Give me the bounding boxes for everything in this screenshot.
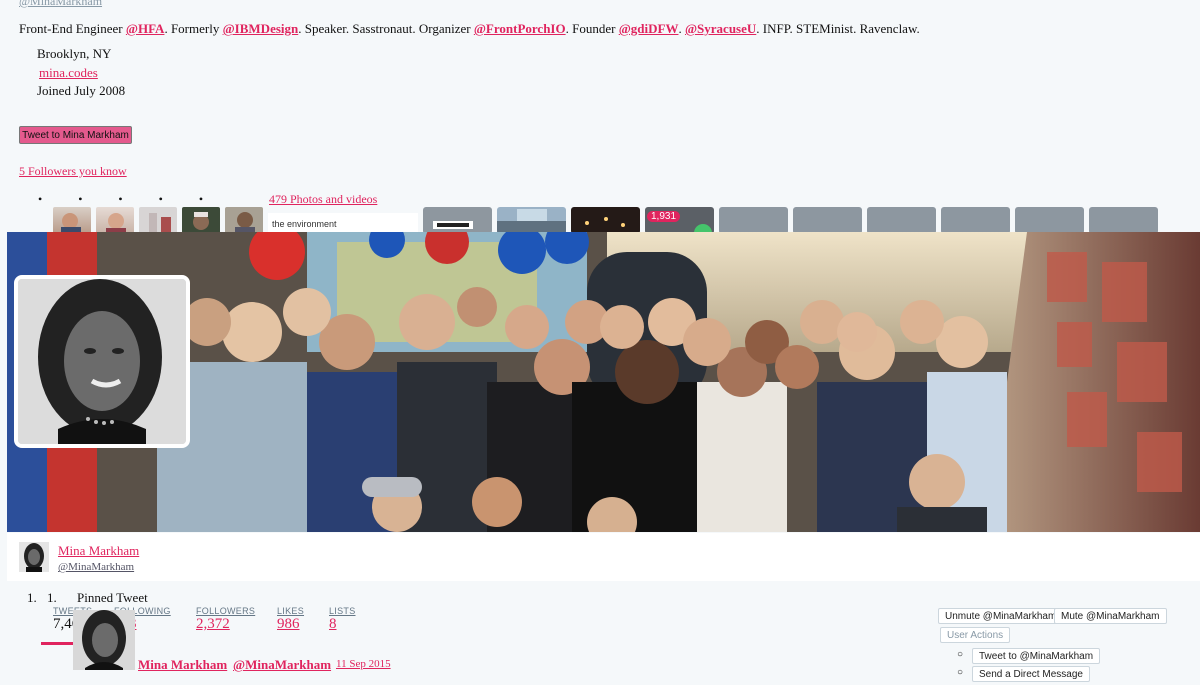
bio-text: . INFP. STEMinist. Ravenclaw. [756, 21, 920, 36]
profile-card [7, 533, 1200, 581]
profile-location: Brooklyn, NY [37, 46, 112, 61]
bio-mention-syracuseu[interactable]: @SyracuseU [685, 21, 756, 36]
profile-bio: Front-End Engineer @HFA. Formerly @IBMDe… [19, 21, 920, 37]
unmute-button[interactable]: Unmute @MinaMarkham [938, 608, 1064, 624]
tweet-author-handle[interactable]: @MinaMarkham [233, 657, 331, 673]
bio-mention-frontporchio[interactable]: @FrontPorchIO [474, 21, 566, 36]
stat-label: LISTS [329, 606, 356, 616]
tweet-author-avatar[interactable] [73, 610, 135, 670]
mute-button[interactable]: Mute @MinaMarkham [1054, 608, 1167, 624]
tweet-date-link[interactable]: 11 Sep 2015 [336, 658, 391, 670]
media-thumb[interactable] [941, 207, 1010, 234]
follower-avatar-thumb[interactable] [225, 207, 263, 234]
follower-avatar-thumb[interactable] [182, 207, 220, 234]
stat-value: 8 [329, 616, 337, 632]
follower-avatar-thumb[interactable] [53, 207, 91, 234]
pinned-tweet-label: Pinned Tweet [77, 590, 148, 605]
media-thumb[interactable] [793, 207, 862, 234]
media-thumb[interactable] [1089, 207, 1158, 234]
bio-mention-hfa[interactable]: @HFA [126, 21, 165, 36]
stat-value: 2,372 [196, 616, 230, 632]
bio-text: Front-End Engineer [19, 21, 126, 36]
tweet-to-menu-item[interactable]: Tweet to @MinaMarkham [972, 648, 1101, 664]
media-thumb[interactable] [867, 207, 936, 234]
stat-value: 986 [277, 616, 300, 632]
media-thumb[interactable] [719, 207, 788, 234]
list-bullet: • [158, 192, 163, 206]
bio-text: . Formerly [164, 21, 223, 36]
nav-followers[interactable]: FOLLOWERS 2,372 [196, 606, 255, 633]
media-thumb[interactable] [497, 207, 566, 234]
follower-avatar-thumb[interactable] [139, 207, 177, 234]
bio-text: . Founder [565, 21, 619, 36]
media-thumb[interactable] [1015, 207, 1084, 234]
profile-mini-avatar[interactable] [19, 542, 49, 572]
stat-label: LIKES [277, 606, 305, 616]
list-circle-marker: ○ [957, 667, 964, 678]
profile-joined-date: Joined July 2008 [37, 83, 126, 98]
profile-website-link[interactable]: mina.codes [39, 65, 98, 81]
profile-handle-link[interactable]: @MinaMarkham [58, 561, 134, 573]
bio-mention-ibmdesign[interactable]: @IBMDesign [223, 21, 299, 36]
followers-you-know-list: • • • • • [38, 192, 203, 207]
list-bullet: • [118, 192, 123, 206]
list-bullet: • [198, 192, 204, 206]
list-marker: 1. [27, 590, 37, 605]
media-thumb[interactable]: 1,931 [645, 207, 714, 234]
user-actions-button[interactable]: User Actions [940, 627, 1011, 643]
tweet-author-name[interactable]: Mina Markham [138, 657, 227, 673]
top-handle-link[interactable]: @MinaMarkham [19, 0, 102, 9]
stat-label: FOLLOWERS [196, 606, 256, 616]
media-thumb[interactable] [571, 207, 640, 234]
direct-message-menu-item[interactable]: Send a Direct Message [972, 666, 1090, 682]
bio-mention-gdidfw[interactable]: @gdiDFW [619, 21, 679, 36]
media-thumbnail-strip: the environment 1,931 [53, 207, 1158, 234]
list-marker: 1. [47, 590, 57, 605]
list-bullet: • [78, 192, 83, 206]
tweet-to-button[interactable]: Tweet to Mina Markham [19, 126, 132, 144]
nav-likes[interactable]: LIKES 986 [277, 606, 304, 633]
nav-lists[interactable]: LISTS 8 [329, 606, 356, 633]
profile-name-link[interactable]: Mina Markham [58, 543, 139, 559]
media-thumb[interactable] [423, 207, 492, 234]
photos-videos-link[interactable]: 479 Photos and videos [269, 192, 377, 207]
profile-avatar[interactable] [14, 275, 190, 448]
list-bullet: • [38, 192, 43, 206]
media-thumb-caption[interactable]: the environment [268, 213, 418, 234]
list-circle-marker: ○ [957, 649, 964, 660]
follower-avatar-thumb[interactable] [96, 207, 134, 234]
bio-text: . Speaker. Sasstronaut. Organizer [298, 21, 474, 36]
followers-you-know-link[interactable]: 5 Followers you know [19, 164, 127, 179]
